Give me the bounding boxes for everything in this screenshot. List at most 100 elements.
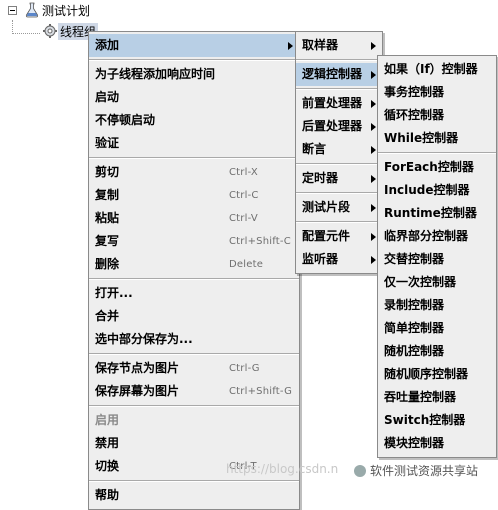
context-menu: 添加 为子线程添加响应时间 启动 不停顿启动 验证 剪切 Ctrl-X 复制 Ctrl-C 粘贴 C… (88, 31, 300, 510)
menu-item-label: Include控制器 (384, 183, 470, 197)
submenu-arrow-icon (371, 233, 376, 241)
logic-submenu-item[interactable]: 随机顺序控制器 (378, 363, 496, 386)
menu-item-label: 为子线程添加响应时间 (95, 67, 216, 81)
logic-submenu-item[interactable]: 仅一次控制器 (378, 271, 496, 294)
logic-submenu-item[interactable]: 交替控制器 (378, 248, 496, 271)
add-submenu-item[interactable]: 后置处理器 (296, 115, 382, 138)
logic-submenu-item[interactable]: 随机控制器 (378, 340, 496, 363)
add-submenu-item[interactable]: 监听器 (296, 248, 382, 271)
logic-submenu-item[interactable]: Include控制器 (378, 179, 496, 202)
add-submenu-item[interactable]: 取样器 (296, 34, 382, 57)
submenu-arrow-icon (288, 42, 293, 50)
menu-item-label: 帮助 (95, 488, 120, 502)
logic-submenu-item[interactable]: ForEach控制器 (378, 156, 496, 179)
logic-submenu-item[interactable]: 模块控制器 (378, 432, 496, 455)
menu-separator (89, 157, 299, 159)
submenu-arrow-icon (371, 71, 376, 79)
context-menu-item[interactable]: 粘贴 Ctrl-V (89, 207, 299, 230)
menu-item-shortcut: Ctrl+Shift-C (229, 236, 291, 247)
add-submenu-item[interactable]: 断言 (296, 138, 382, 161)
menu-item-label: 配置元件 (302, 229, 351, 243)
add-submenu-item[interactable]: 定时器 (296, 167, 382, 190)
menu-item-shortcut: Ctrl-C (229, 190, 259, 201)
menu-item-label: 禁用 (95, 436, 120, 450)
menu-item-shortcut: Ctrl-G (229, 363, 260, 374)
context-menu-item[interactable]: 添加 (89, 34, 299, 57)
menu-item-label: 不停顿启动 (95, 113, 156, 127)
logic-submenu-item[interactable]: While控制器 (378, 127, 496, 150)
logic-submenu-item[interactable]: 临界部分控制器 (378, 225, 496, 248)
menu-separator (89, 353, 299, 355)
logic-submenu-item[interactable]: Switch控制器 (378, 409, 496, 432)
context-menu-item[interactable]: 保存节点为图片 Ctrl-G (89, 357, 299, 380)
watermark-badge-text: 软件测试资源共享站 (370, 464, 479, 478)
context-menu-item[interactable]: 打开... (89, 282, 299, 305)
menu-item-label: 添加 (95, 38, 120, 52)
menu-item-label: While控制器 (384, 131, 459, 145)
watermark-badge: 软件测试资源共享站 (354, 462, 478, 479)
context-menu-item[interactable]: 复制 Ctrl-C (89, 184, 299, 207)
logic-submenu-item[interactable]: 简单控制器 (378, 317, 496, 340)
collapse-toggle-icon[interactable] (8, 6, 17, 15)
logic-submenu-item[interactable]: 吞吐量控制器 (378, 386, 496, 409)
tree-connector (12, 33, 40, 34)
logic-controller-submenu: 如果（If）控制器 事务控制器循环控制器 While控制器 ForEach控制器 Inc… (377, 55, 497, 458)
logic-submenu-item[interactable]: 如果（If）控制器 (378, 58, 496, 81)
add-submenu-item[interactable]: 前置处理器 (296, 92, 382, 115)
menu-item-label: 启用 (95, 413, 120, 427)
menu-item-label: 如果（If）控制器 (384, 62, 478, 76)
menu-item-label: 吞吐量控制器 (384, 390, 457, 404)
add-submenu-item[interactable]: 配置元件 (296, 225, 382, 248)
context-menu-item[interactable]: 合并 (89, 305, 299, 328)
logic-submenu-item[interactable]: 事务控制器 (378, 81, 496, 104)
context-menu-item[interactable]: 禁用 (89, 432, 299, 455)
menu-item-label: 切换 (95, 459, 120, 473)
menu-separator (296, 163, 382, 165)
menu-item-label: Runtime控制器 (384, 206, 477, 220)
submenu-arrow-icon (371, 146, 376, 154)
menu-item-label: 录制控制器 (384, 298, 445, 312)
add-submenu-item[interactable]: 测试片段 (296, 196, 382, 219)
context-menu-item[interactable]: 启动 (89, 86, 299, 109)
context-menu-item[interactable]: 选中部分保存为... (89, 328, 299, 351)
submenu-arrow-icon (371, 100, 376, 108)
logic-submenu-item[interactable]: 循环控制器 (378, 104, 496, 127)
menu-separator (296, 59, 382, 61)
add-submenu-item[interactable]: 逻辑控制器 (296, 63, 382, 86)
tree-node-label: 测试计划 (42, 3, 91, 18)
add-submenu: 取样器逻辑控制器前置处理器 后置处理器 断言定时器测试片段配置元件监听器 (295, 31, 383, 274)
context-menu-item[interactable]: 复写 Ctrl+Shift-C (89, 230, 299, 253)
context-menu-item[interactable]: 保存屏幕为图片 Ctrl+Shift-G (89, 380, 299, 403)
menu-item-label: 模块控制器 (384, 436, 445, 450)
menu-item-label: 随机控制器 (384, 344, 445, 358)
logic-submenu-item[interactable]: Runtime控制器 (378, 202, 496, 225)
menu-separator (89, 278, 299, 280)
context-menu-item[interactable]: 剪切 Ctrl-X (89, 161, 299, 184)
menu-item-label: 临界部分控制器 (384, 229, 469, 243)
menu-item-label: 定时器 (302, 171, 339, 185)
menu-item-label: 复写 (95, 234, 120, 248)
menu-item-label: 监听器 (302, 252, 339, 266)
watermark-url: https://blog.csdn.n (226, 462, 339, 476)
menu-item-label: 选中部分保存为... (95, 332, 193, 346)
context-menu-item[interactable]: 不停顿启动 (89, 109, 299, 132)
context-menu-item[interactable]: 为子线程添加响应时间 (89, 63, 299, 86)
menu-item-label: 粘贴 (95, 211, 120, 225)
context-menu-item[interactable]: 帮助 (89, 484, 299, 507)
menu-item-label: 合并 (95, 309, 120, 323)
menu-item-shortcut: Ctrl+Shift-G (229, 386, 293, 397)
menu-item-label: 事务控制器 (384, 85, 445, 99)
menu-item-label: ForEach控制器 (384, 160, 474, 174)
menu-item-label: 打开... (95, 286, 133, 300)
context-menu-item[interactable]: 验证 (89, 132, 299, 155)
context-menu-item[interactable]: 启用 (89, 409, 299, 432)
menu-separator (89, 480, 299, 482)
menu-item-label: 复制 (95, 188, 120, 202)
flask-icon (25, 2, 39, 18)
tree-connector (12, 20, 13, 34)
menu-item-label: 剪切 (95, 165, 120, 179)
context-menu-item[interactable]: 删除 Delete (89, 253, 299, 276)
logic-submenu-item[interactable]: 录制控制器 (378, 294, 496, 317)
tree-node-test-plan[interactable]: 测试计划 (24, 1, 92, 19)
menu-item-label: 随机顺序控制器 (384, 367, 469, 381)
